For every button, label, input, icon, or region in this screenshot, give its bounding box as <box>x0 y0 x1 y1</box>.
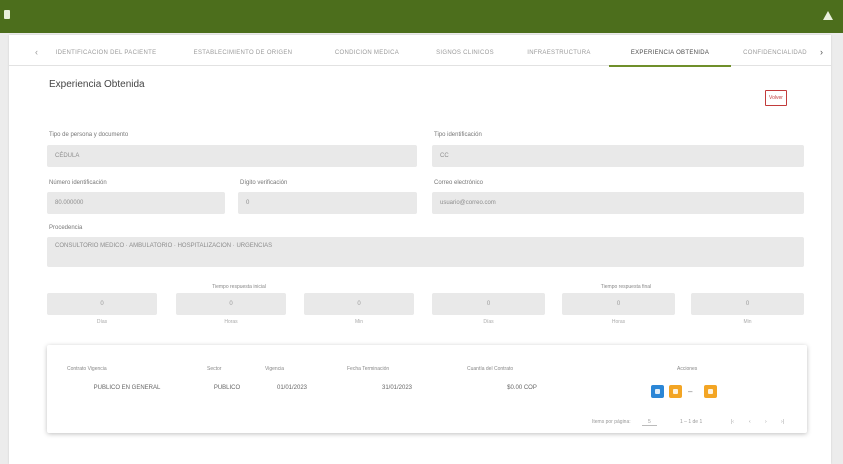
view-icon <box>673 389 678 394</box>
table-cell: PUBLICO <box>213 385 241 391</box>
experience-table: Contrato Vigencia Sector Vigencia Fecha … <box>47 345 807 433</box>
tab-infraestructura[interactable]: INFRAESTRUCTURA <box>514 43 604 65</box>
tipo-id-label: Tipo identificación <box>434 132 482 138</box>
warning-icon[interactable] <box>823 11 833 20</box>
page-range: 1 – 1 de 1 <box>680 419 703 425</box>
column-header: Acciones <box>677 366 698 372</box>
app-header <box>0 0 843 33</box>
procedencia-label: Procedencia <box>49 225 83 231</box>
tab-bar: ‹ IDENTIFICACION DEL PACIENTE ESTABLECIM… <box>9 43 831 67</box>
numero-id-field[interactable]: 80.000000 <box>47 192 225 214</box>
tab-confidencialidad[interactable]: CONFIDENCIALIDAD <box>739 43 811 65</box>
schedule-box[interactable]: 0 <box>562 293 675 315</box>
rows-per-page-select[interactable]: 5 <box>642 419 657 426</box>
back-button[interactable]: Volver <box>765 90 787 106</box>
chevron-right-icon[interactable]: › <box>820 47 823 57</box>
column-header[interactable]: Cuantía del Contrato <box>467 366 513 372</box>
table-cell: PUBLICO EN GENERAL <box>93 385 161 391</box>
column-header[interactable]: Fecha Terminación <box>347 366 389 372</box>
view-button[interactable] <box>669 385 682 398</box>
schedule-box[interactable]: 0 <box>304 293 414 315</box>
schedule-box[interactable]: 0 <box>47 293 157 315</box>
menu-icon[interactable] <box>4 10 10 19</box>
edit-button[interactable] <box>651 385 664 398</box>
tipo-id-field[interactable]: CC <box>432 145 804 167</box>
divider: – <box>688 387 693 396</box>
tab-establecimiento[interactable]: ESTABLECIMIENTO DE ORIGEN <box>179 43 307 65</box>
procedencia-field[interactable]: CONSULTORIO MEDICO · AMBULATORIO · HOSPI… <box>47 237 804 267</box>
rows-per-page-label: Items por página: <box>592 419 631 425</box>
correo-field[interactable]: usuario@correo.com <box>432 192 804 214</box>
schedule-sub: Min <box>354 319 364 325</box>
delete-button[interactable] <box>704 385 717 398</box>
prev-page-icon[interactable]: ‹ <box>749 419 751 425</box>
table-cell: 31/01/2023 <box>381 385 413 391</box>
digito-field[interactable]: 0 <box>238 192 417 214</box>
schedule-start-label: Tiempo respuesta inicial <box>212 284 266 290</box>
tab-signos[interactable]: SIGNOS CLINICOS <box>424 43 506 65</box>
schedule-end-label: Tiempo respuesta final <box>600 284 652 290</box>
tab-condicion[interactable]: CONDICION MEDICA <box>317 43 417 65</box>
edit-icon <box>655 389 660 394</box>
chevron-left-icon[interactable]: ‹ <box>35 47 38 57</box>
numero-id-label: Número identificación <box>49 180 107 186</box>
schedule-sub: Horas <box>224 319 238 325</box>
schedule-box[interactable]: 0 <box>691 293 804 315</box>
schedule-sub: Días <box>483 319 494 325</box>
column-header[interactable]: Contrato Vigencia <box>67 366 107 372</box>
schedule-sub: Min <box>743 319 752 325</box>
last-page-icon[interactable]: ›| <box>781 419 784 425</box>
delete-icon <box>708 389 713 394</box>
page-title: Experiencia Obtenida <box>49 79 145 90</box>
tab-identificacion[interactable]: IDENTIFICACION DEL PACIENTE <box>41 43 171 65</box>
nombre-field[interactable]: CÉDULA <box>47 145 417 167</box>
column-header[interactable]: Sector <box>207 366 221 372</box>
schedule-sub: Días <box>96 319 108 325</box>
table-cell: $0.00 COP <box>507 385 537 391</box>
content-card: ‹ IDENTIFICACION DEL PACIENTE ESTABLECIM… <box>9 35 831 464</box>
nombre-label: Tipo de persona y documento <box>49 132 129 138</box>
table-cell: 01/01/2023 <box>276 385 308 391</box>
column-header[interactable]: Vigencia <box>265 366 284 372</box>
schedule-box[interactable]: 0 <box>176 293 286 315</box>
correo-label: Correo electrónico <box>434 180 484 186</box>
schedule-sub: Horas <box>611 319 626 325</box>
first-page-icon[interactable]: |‹ <box>731 419 734 425</box>
next-page-icon[interactable]: › <box>765 419 767 425</box>
schedule-box[interactable]: 0 <box>432 293 545 315</box>
digito-label: Dígito verificación <box>240 180 288 186</box>
tab-experiencia[interactable]: EXPERIENCIA OBTENIDA <box>609 43 731 67</box>
